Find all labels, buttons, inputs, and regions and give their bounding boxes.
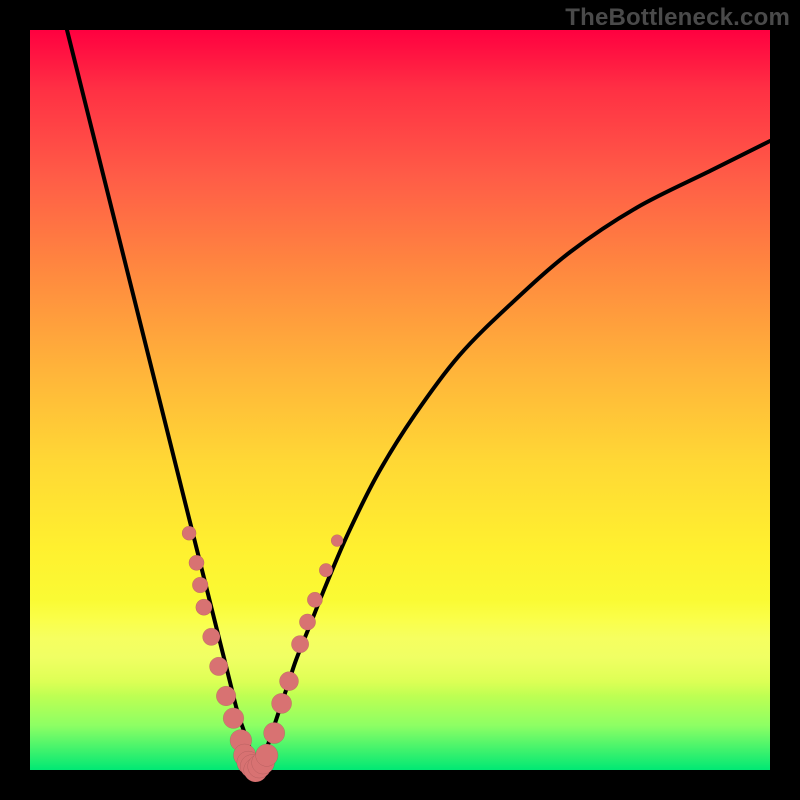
marker-point <box>331 535 343 547</box>
marker-point <box>307 592 322 607</box>
marker-point <box>196 599 212 615</box>
marker-point <box>279 672 298 691</box>
marker-point <box>299 614 315 630</box>
curve-group <box>67 30 770 770</box>
marker-point <box>182 526 196 540</box>
chart-svg <box>30 30 770 770</box>
watermark-text: TheBottleneck.com <box>565 4 790 32</box>
plot-area <box>30 30 770 770</box>
chart-frame: TheBottleneck.com <box>0 0 800 800</box>
curve-right-branch <box>256 141 770 770</box>
marker-point <box>291 635 308 652</box>
marker-point <box>256 744 278 766</box>
curve-left-branch <box>67 30 256 770</box>
marker-point <box>216 686 236 706</box>
marker-group <box>182 526 343 782</box>
marker-point <box>223 708 244 729</box>
marker-point <box>189 555 204 570</box>
marker-point <box>264 722 285 743</box>
marker-point <box>203 628 220 645</box>
marker-point <box>209 657 228 676</box>
marker-point <box>272 693 292 713</box>
marker-point <box>319 563 333 577</box>
marker-point <box>192 577 208 593</box>
